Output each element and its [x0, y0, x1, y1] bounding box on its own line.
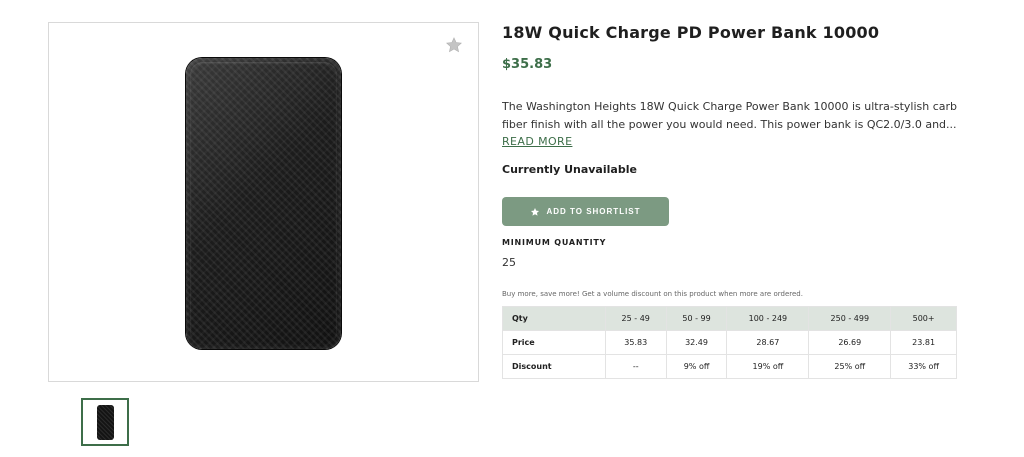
header-cell: 100 - 249 [726, 306, 810, 331]
add-to-shortlist-button[interactable]: ADD TO SHORTLIST [502, 197, 669, 226]
thumbnail-image [97, 405, 114, 440]
product-description: The Washington Heights 18W Quick Charge … [502, 98, 957, 134]
minimum-quantity-value: 25 [502, 256, 516, 269]
volume-pricing-table: Qty 25 - 49 50 - 99 100 - 249 250 - 499 … [502, 306, 957, 379]
description-line-1: The Washington Heights 18W Quick Charge … [502, 100, 957, 113]
header-cell: 25 - 49 [604, 306, 667, 331]
table-cell: 28.67 [726, 330, 810, 355]
table-cell: 32.49 [665, 330, 728, 355]
product-main-image [186, 58, 341, 349]
table-cell: 33% off [890, 354, 957, 379]
header-cell: 50 - 99 [665, 306, 728, 331]
product-thumbnail[interactable] [81, 398, 129, 446]
table-cell: -- [604, 354, 667, 379]
table-cell: 23.81 [890, 330, 957, 355]
product-price: $35.83 [502, 57, 553, 72]
read-more-link[interactable]: READ MORE [502, 135, 572, 148]
table-cell: 9% off [665, 354, 728, 379]
header-cell: 500+ [890, 306, 957, 331]
shortlist-button-label: ADD TO SHORTLIST [546, 207, 641, 216]
row-label: Price [502, 330, 606, 355]
minimum-quantity-label: MINIMUM QUANTITY [502, 238, 607, 247]
table-cell: 26.69 [808, 330, 892, 355]
favorite-star-icon[interactable] [445, 36, 463, 54]
pricing-header-row: Qty 25 - 49 50 - 99 100 - 249 250 - 499 … [502, 306, 957, 331]
star-icon [531, 207, 540, 216]
table-row: Price 35.83 32.49 28.67 26.69 23.81 [502, 330, 957, 355]
product-image-gallery [48, 22, 479, 382]
header-cell: Qty [502, 306, 606, 331]
availability-status: Currently Unavailable [502, 163, 637, 176]
volume-discount-note: Buy more, save more! Get a volume discou… [502, 290, 803, 298]
header-cell: 250 - 499 [808, 306, 892, 331]
product-title: 18W Quick Charge PD Power Bank 10000 [502, 23, 880, 42]
table-cell: 35.83 [604, 330, 667, 355]
row-label: Discount [502, 354, 606, 379]
table-row: Discount -- 9% off 19% off 25% off 33% o… [502, 354, 957, 379]
description-line-2: fiber finish with all the power you woul… [502, 118, 957, 131]
table-cell: 25% off [808, 354, 892, 379]
table-cell: 19% off [726, 354, 810, 379]
